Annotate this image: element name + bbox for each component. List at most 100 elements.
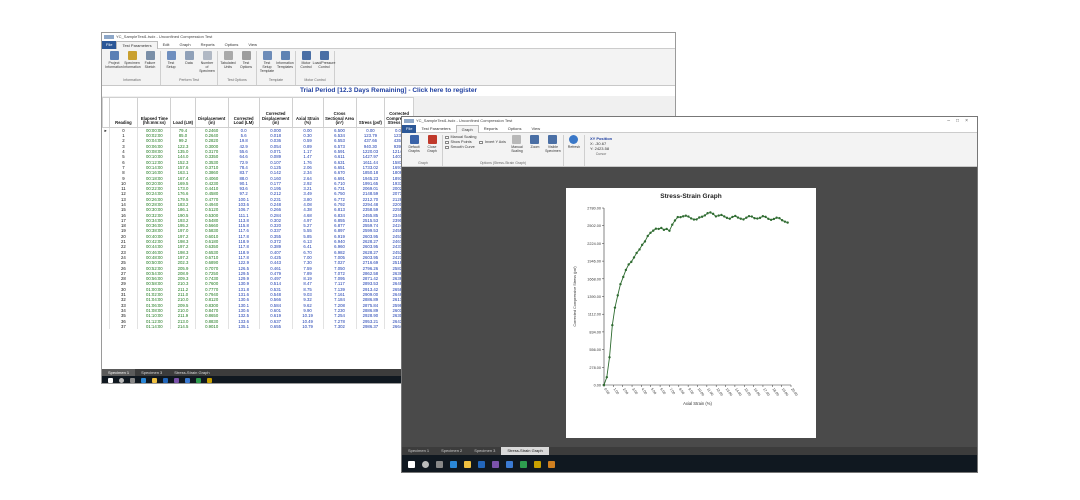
table-cell[interactable]: 10.79 <box>292 323 324 329</box>
data-point[interactable] <box>772 217 776 221</box>
tab-options[interactable]: Options <box>503 125 527 133</box>
data-point[interactable] <box>783 220 787 223</box>
row-gutter[interactable] <box>102 323 110 329</box>
quick-access-toolbar[interactable] <box>404 119 414 123</box>
col-elapsed-time-hh-mm-ss[interactable]: Elapsed Time (hh:mm:ss) <box>137 97 172 128</box>
data-point[interactable] <box>665 227 668 231</box>
smooth-curve-checkbox[interactable] <box>445 145 449 150</box>
data-point[interactable] <box>761 215 765 218</box>
test-setup-button[interactable]: Test Setup <box>163 51 179 78</box>
data-table-container[interactable]: Reading Elapsed Time (hh:mm:ss) Load (LM) D… <box>102 97 414 369</box>
data-point[interactable] <box>747 214 751 218</box>
data-point[interactable] <box>689 217 693 220</box>
data-point[interactable] <box>698 216 701 219</box>
project-information-button[interactable]: Project Information <box>105 51 123 78</box>
sheet-tab-stress-strain-graph[interactable]: Stress-Strain Graph <box>168 369 215 376</box>
data-point[interactable] <box>630 260 633 264</box>
word-icon[interactable] <box>185 378 190 383</box>
tab-reports[interactable]: Reports <box>479 125 503 133</box>
data-point[interactable] <box>769 218 773 222</box>
task-view-icon[interactable] <box>436 461 443 468</box>
app-icon[interactable] <box>534 461 541 468</box>
data-point[interactable] <box>709 211 712 214</box>
data-point[interactable] <box>711 212 715 216</box>
data-point[interactable] <box>764 215 767 219</box>
maximize-icon[interactable]: □ <box>956 118 965 124</box>
outlook-icon[interactable] <box>478 461 485 468</box>
col-reading[interactable]: Reading <box>108 97 139 128</box>
data-point[interactable] <box>652 229 655 232</box>
close-graph-button[interactable]: Close Graph <box>424 135 440 161</box>
data-point[interactable] <box>775 216 778 219</box>
data-point[interactable] <box>753 217 756 220</box>
file-menu-button[interactable]: File <box>402 124 417 133</box>
data-point[interactable] <box>758 216 762 220</box>
test-setup-template-button[interactable]: Test Setup Template <box>259 51 275 78</box>
data-point[interactable] <box>635 251 638 255</box>
sheet-tab-specimen-3[interactable]: Specimen 3 <box>135 369 168 376</box>
search-icon[interactable] <box>422 461 429 468</box>
sheet-tab-stress-strain-graph[interactable]: Stress-Strain Graph <box>501 447 549 455</box>
file-explorer-icon[interactable] <box>464 461 471 468</box>
trial-banner[interactable]: Trial Period [12.3 Days Remaining] - Cli… <box>102 86 675 96</box>
data-point[interactable] <box>684 214 688 217</box>
data-point[interactable] <box>643 240 647 243</box>
data-point[interactable] <box>662 228 666 232</box>
data-point[interactable] <box>632 256 636 259</box>
tab-edit[interactable]: Edit <box>158 41 175 49</box>
data-point[interactable] <box>622 275 625 279</box>
stress-strain-chart[interactable]: Stress-Strain Graph 0.00 278.00 556.00 834.0… <box>566 188 816 438</box>
col-corrected-load-lm[interactable]: Corrected Load (LM) <box>227 97 260 128</box>
data-point[interactable] <box>731 215 734 219</box>
task-view-icon[interactable] <box>130 378 135 383</box>
table-cell[interactable]: 214.5 <box>170 323 196 329</box>
data-point[interactable] <box>608 356 611 359</box>
tab-options[interactable]: Options <box>220 41 244 49</box>
col-stress-psf[interactable]: Stress (psf) <box>355 97 386 128</box>
data-point[interactable] <box>734 214 737 218</box>
refresh-button[interactable]: Refresh <box>566 135 582 162</box>
front-title-bar[interactable]: YC_SampleTest1.tsdx - Unconfined Compres… <box>402 117 977 125</box>
data-point[interactable] <box>720 213 723 217</box>
minimize-icon[interactable]: – <box>947 118 956 124</box>
table-cell[interactable]: 0.655 <box>259 323 293 329</box>
test-options-button[interactable]: Test Options <box>238 51 254 78</box>
data-button[interactable]: Data <box>181 51 197 78</box>
tabulated-units-button[interactable]: Tabulated Units <box>220 51 236 78</box>
data-point[interactable] <box>654 227 658 230</box>
back-title-bar[interactable]: YC_SampleTest1.tsdx - Unconfined Compres… <box>102 33 675 41</box>
data-point[interactable] <box>627 263 630 266</box>
information-templates-button[interactable]: Information Templates <box>276 51 294 78</box>
data-point[interactable] <box>736 216 740 219</box>
data-point[interactable] <box>767 217 770 221</box>
data-point[interactable] <box>624 268 628 272</box>
invert-y-checkbox[interactable] <box>479 140 483 145</box>
smooth-curve-option[interactable]: Smooth Curve <box>445 145 476 150</box>
number-of-specimen-button[interactable]: Number of Specimen <box>199 51 215 78</box>
data-point[interactable] <box>657 227 660 231</box>
data-point[interactable] <box>679 215 682 219</box>
show-points-checkbox[interactable] <box>445 140 449 145</box>
default-graphs-button[interactable]: Default Graphs <box>406 135 422 161</box>
tab-test-parameters[interactable]: Test Parameters <box>116 40 158 49</box>
data-point[interactable] <box>703 214 707 217</box>
data-point[interactable] <box>646 234 649 238</box>
outlook-icon[interactable] <box>163 378 168 383</box>
excel-icon[interactable] <box>520 461 527 468</box>
data-point[interactable] <box>695 218 698 221</box>
data-point[interactable] <box>676 215 679 219</box>
specimen-information-button[interactable]: Specimen Information <box>123 51 141 78</box>
excel-icon[interactable] <box>196 378 201 383</box>
data-point[interactable] <box>700 215 704 218</box>
col-axial-strain[interactable]: Axial Strain (%) <box>291 97 324 128</box>
data-point[interactable] <box>706 212 709 215</box>
data-point[interactable] <box>619 282 622 286</box>
windows-start-icon[interactable] <box>408 461 415 468</box>
data-point[interactable] <box>638 248 641 251</box>
tab-view[interactable]: View <box>527 125 546 133</box>
data-point[interactable] <box>723 215 726 218</box>
data-point[interactable] <box>668 229 671 233</box>
sheet-tab-specimen-3[interactable]: Specimen 3 <box>468 447 501 455</box>
data-point[interactable] <box>640 243 644 247</box>
word-icon[interactable] <box>506 461 513 468</box>
